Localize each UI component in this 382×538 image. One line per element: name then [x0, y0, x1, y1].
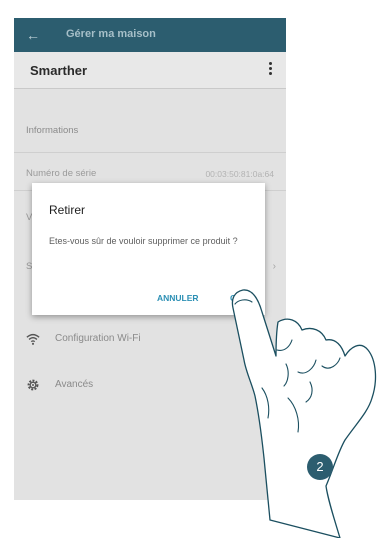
- informations-section-label: Informations: [26, 125, 79, 136]
- device-header: Smarther: [14, 52, 286, 89]
- divider: [14, 152, 286, 153]
- cancel-button[interactable]: ANNULER: [157, 293, 199, 303]
- menu-item-label: Avancés: [55, 379, 94, 390]
- app-bar: ← Gérer ma maison: [14, 18, 286, 52]
- serial-number-label: Numéro de série: [26, 168, 97, 179]
- wifi-icon: [26, 333, 40, 345]
- chevron-right-icon: ›: [272, 261, 276, 272]
- device-name: Smarther: [30, 63, 88, 78]
- step-number-badge: 2: [307, 454, 333, 480]
- dialog-message: Etes-vous sûr de vouloir supprimer ce pr…: [49, 236, 238, 246]
- remove-confirmation-dialog: Retirer Etes-vous sûr de vouloir supprim…: [32, 183, 265, 315]
- back-arrow-icon[interactable]: ←: [26, 27, 40, 43]
- ok-button[interactable]: OK: [230, 293, 243, 303]
- app-bar-title: Gérer ma maison: [66, 28, 156, 40]
- menu-item-advanced[interactable]: Avancés: [14, 370, 286, 400]
- menu-item-label: Configuration Wi-Fi: [55, 333, 141, 344]
- menu-item-wifi-configuration[interactable]: Configuration Wi-Fi: [14, 324, 286, 354]
- kebab-menu-icon[interactable]: [269, 62, 272, 75]
- gear-icon: [27, 379, 39, 391]
- serial-number-value: 00:03:50:81:0a:64: [205, 169, 274, 179]
- dialog-title: Retirer: [49, 203, 86, 217]
- phone-screen: ← Gérer ma maison Smarther Informations …: [14, 18, 286, 500]
